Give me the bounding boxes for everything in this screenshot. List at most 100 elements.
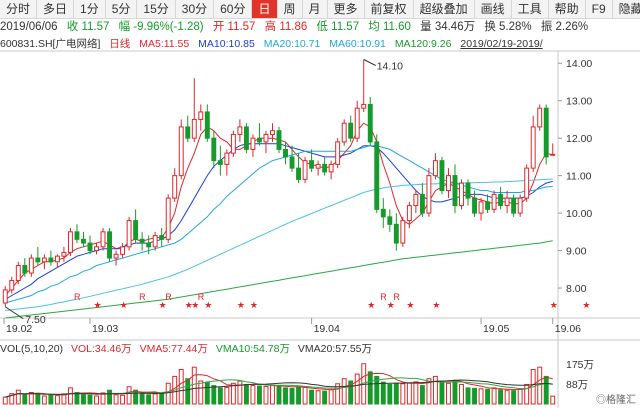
toolbar-tab-16[interactable]: F9 — [586, 0, 613, 18]
x-tick-label: 19.04 — [314, 323, 340, 335]
candle-body — [165, 197, 171, 240]
star-marker: ★ — [185, 300, 193, 310]
candle-body — [361, 103, 367, 109]
volume-bar — [61, 393, 67, 405]
y-tick-label: 12.00 — [566, 133, 592, 145]
main-chart-legend: 600831.SH[广电网络] 日线 MA5:11.55 MA10:10.85 … — [0, 37, 640, 51]
toolbar: 分时 多日 1分 5分 15分 30分 60分日周月更多 前复权 超级叠加 画线 工具 帮助 F9 隐藏 — [0, 0, 640, 19]
candle-body — [198, 111, 204, 120]
candle-body — [322, 163, 328, 173]
candle-body — [204, 111, 210, 139]
candle-body — [296, 167, 302, 180]
toolbar-tab-4[interactable]: 15分 — [137, 0, 176, 18]
volume-bar — [237, 380, 243, 405]
candle-body — [133, 220, 139, 240]
candle-body — [185, 126, 191, 139]
volume-bar — [289, 387, 295, 405]
toolbar-tab-7[interactable]: 日 — [252, 0, 278, 18]
volume-bar — [94, 395, 99, 405]
quote-high: 高 11.86 — [264, 21, 308, 33]
quote-bar: 2019/06/06 收 11.57 幅 -9.96%(-1.28) 开 11.… — [0, 19, 640, 36]
volume-bar — [22, 394, 28, 405]
candle-body — [94, 246, 99, 252]
toolbar-tab-6[interactable]: 60分 — [214, 0, 253, 18]
candle-body — [348, 122, 354, 139]
volume-bar — [374, 375, 380, 405]
candle-body — [452, 175, 458, 207]
volume-bar — [81, 394, 86, 405]
vma10-label: VMA10:54.78万 — [215, 343, 290, 355]
vma-line-5 — [5, 372, 553, 398]
volume-bar — [309, 389, 315, 405]
candle-body — [270, 130, 275, 135]
volume-bar — [204, 381, 210, 405]
volume-bar — [380, 381, 386, 405]
toolbar-tab-8[interactable]: 周 — [278, 0, 303, 18]
candle-body — [22, 265, 28, 274]
volume-bar — [296, 386, 302, 405]
candle-body — [459, 182, 464, 207]
toolbar-tab-5[interactable]: 30分 — [176, 0, 215, 18]
volume-bar — [491, 387, 497, 405]
vol-settings-label[interactable]: VOL(5,10,20) — [0, 343, 63, 355]
toolbar-tab-3[interactable]: 5分 — [106, 0, 138, 18]
toolbar-tab-14[interactable]: 工具 — [512, 0, 549, 18]
candle-body — [498, 193, 504, 207]
volume-bar — [478, 388, 484, 405]
ma120-label: MA120:9.26 — [394, 38, 452, 50]
volume-bar — [498, 389, 504, 405]
toolbar-tab-15[interactable]: 帮助 — [549, 0, 586, 18]
volume-bar — [2, 396, 8, 405]
toolbar-tab-10[interactable]: 更多 — [328, 0, 365, 18]
volume-bar — [432, 375, 438, 405]
volume-bar — [211, 385, 217, 405]
quote-turnover: 换 5.28% — [484, 21, 532, 33]
toolbar-tab-0[interactable]: 分时 — [0, 0, 38, 18]
volume-bar — [400, 383, 406, 405]
candle-body — [67, 231, 73, 253]
ma-line-ma20 — [5, 145, 553, 304]
volume-bar — [302, 386, 308, 405]
date-range[interactable]: 2019/02/19-2019/ — [460, 38, 542, 50]
volume-bar — [511, 390, 517, 405]
candle-body — [374, 141, 380, 210]
star-marker: ★ — [237, 300, 245, 310]
volume-bar — [67, 387, 73, 405]
volume-bar — [159, 392, 165, 405]
toolbar-tab-9[interactable]: 月 — [303, 0, 328, 18]
candle-body — [511, 197, 517, 214]
volume-bar — [185, 378, 191, 405]
star-marker: ★ — [191, 300, 199, 310]
y-tick-label: 9.00 — [566, 246, 587, 258]
vma5-label: VMA5:77.44万 — [139, 343, 208, 355]
volume-bar — [48, 394, 54, 405]
volume-bar — [335, 383, 341, 405]
candle-body — [211, 137, 217, 162]
candle-body — [491, 193, 497, 210]
candle-body — [315, 163, 321, 169]
volume-bar — [387, 383, 393, 405]
high-pointer — [363, 59, 376, 66]
volume-bar — [126, 386, 132, 405]
volume-bar — [524, 383, 530, 405]
toolbar-tab-13[interactable]: 画线 — [475, 0, 512, 18]
candle-body — [230, 133, 236, 154]
toolbar-tab-17[interactable]: 隐藏 — [613, 0, 640, 18]
volume-bar — [419, 385, 425, 405]
toolbar-tab-12[interactable]: 超级叠加 — [414, 0, 475, 18]
candle-body — [380, 208, 386, 218]
candle-body — [387, 216, 393, 225]
volume-bar — [406, 382, 412, 405]
toolbar-tab-1[interactable]: 多日 — [37, 0, 75, 18]
volume-bar — [35, 393, 41, 405]
candle-body — [419, 193, 425, 214]
candle-body — [159, 235, 165, 240]
volume-bar — [367, 371, 373, 405]
y-tick-label: 8.00 — [566, 283, 587, 295]
toolbar-tab-11[interactable]: 前复权 — [365, 0, 414, 18]
volume-bar — [485, 388, 491, 405]
ma-line-ma60 — [5, 178, 553, 311]
quote-close: 收 11.57 — [66, 21, 110, 33]
volume-legend: VOL(5,10,20) VOL:34.46万 VMA5:77.44万 VMA1… — [0, 343, 640, 356]
toolbar-tab-2[interactable]: 1分 — [74, 0, 106, 18]
